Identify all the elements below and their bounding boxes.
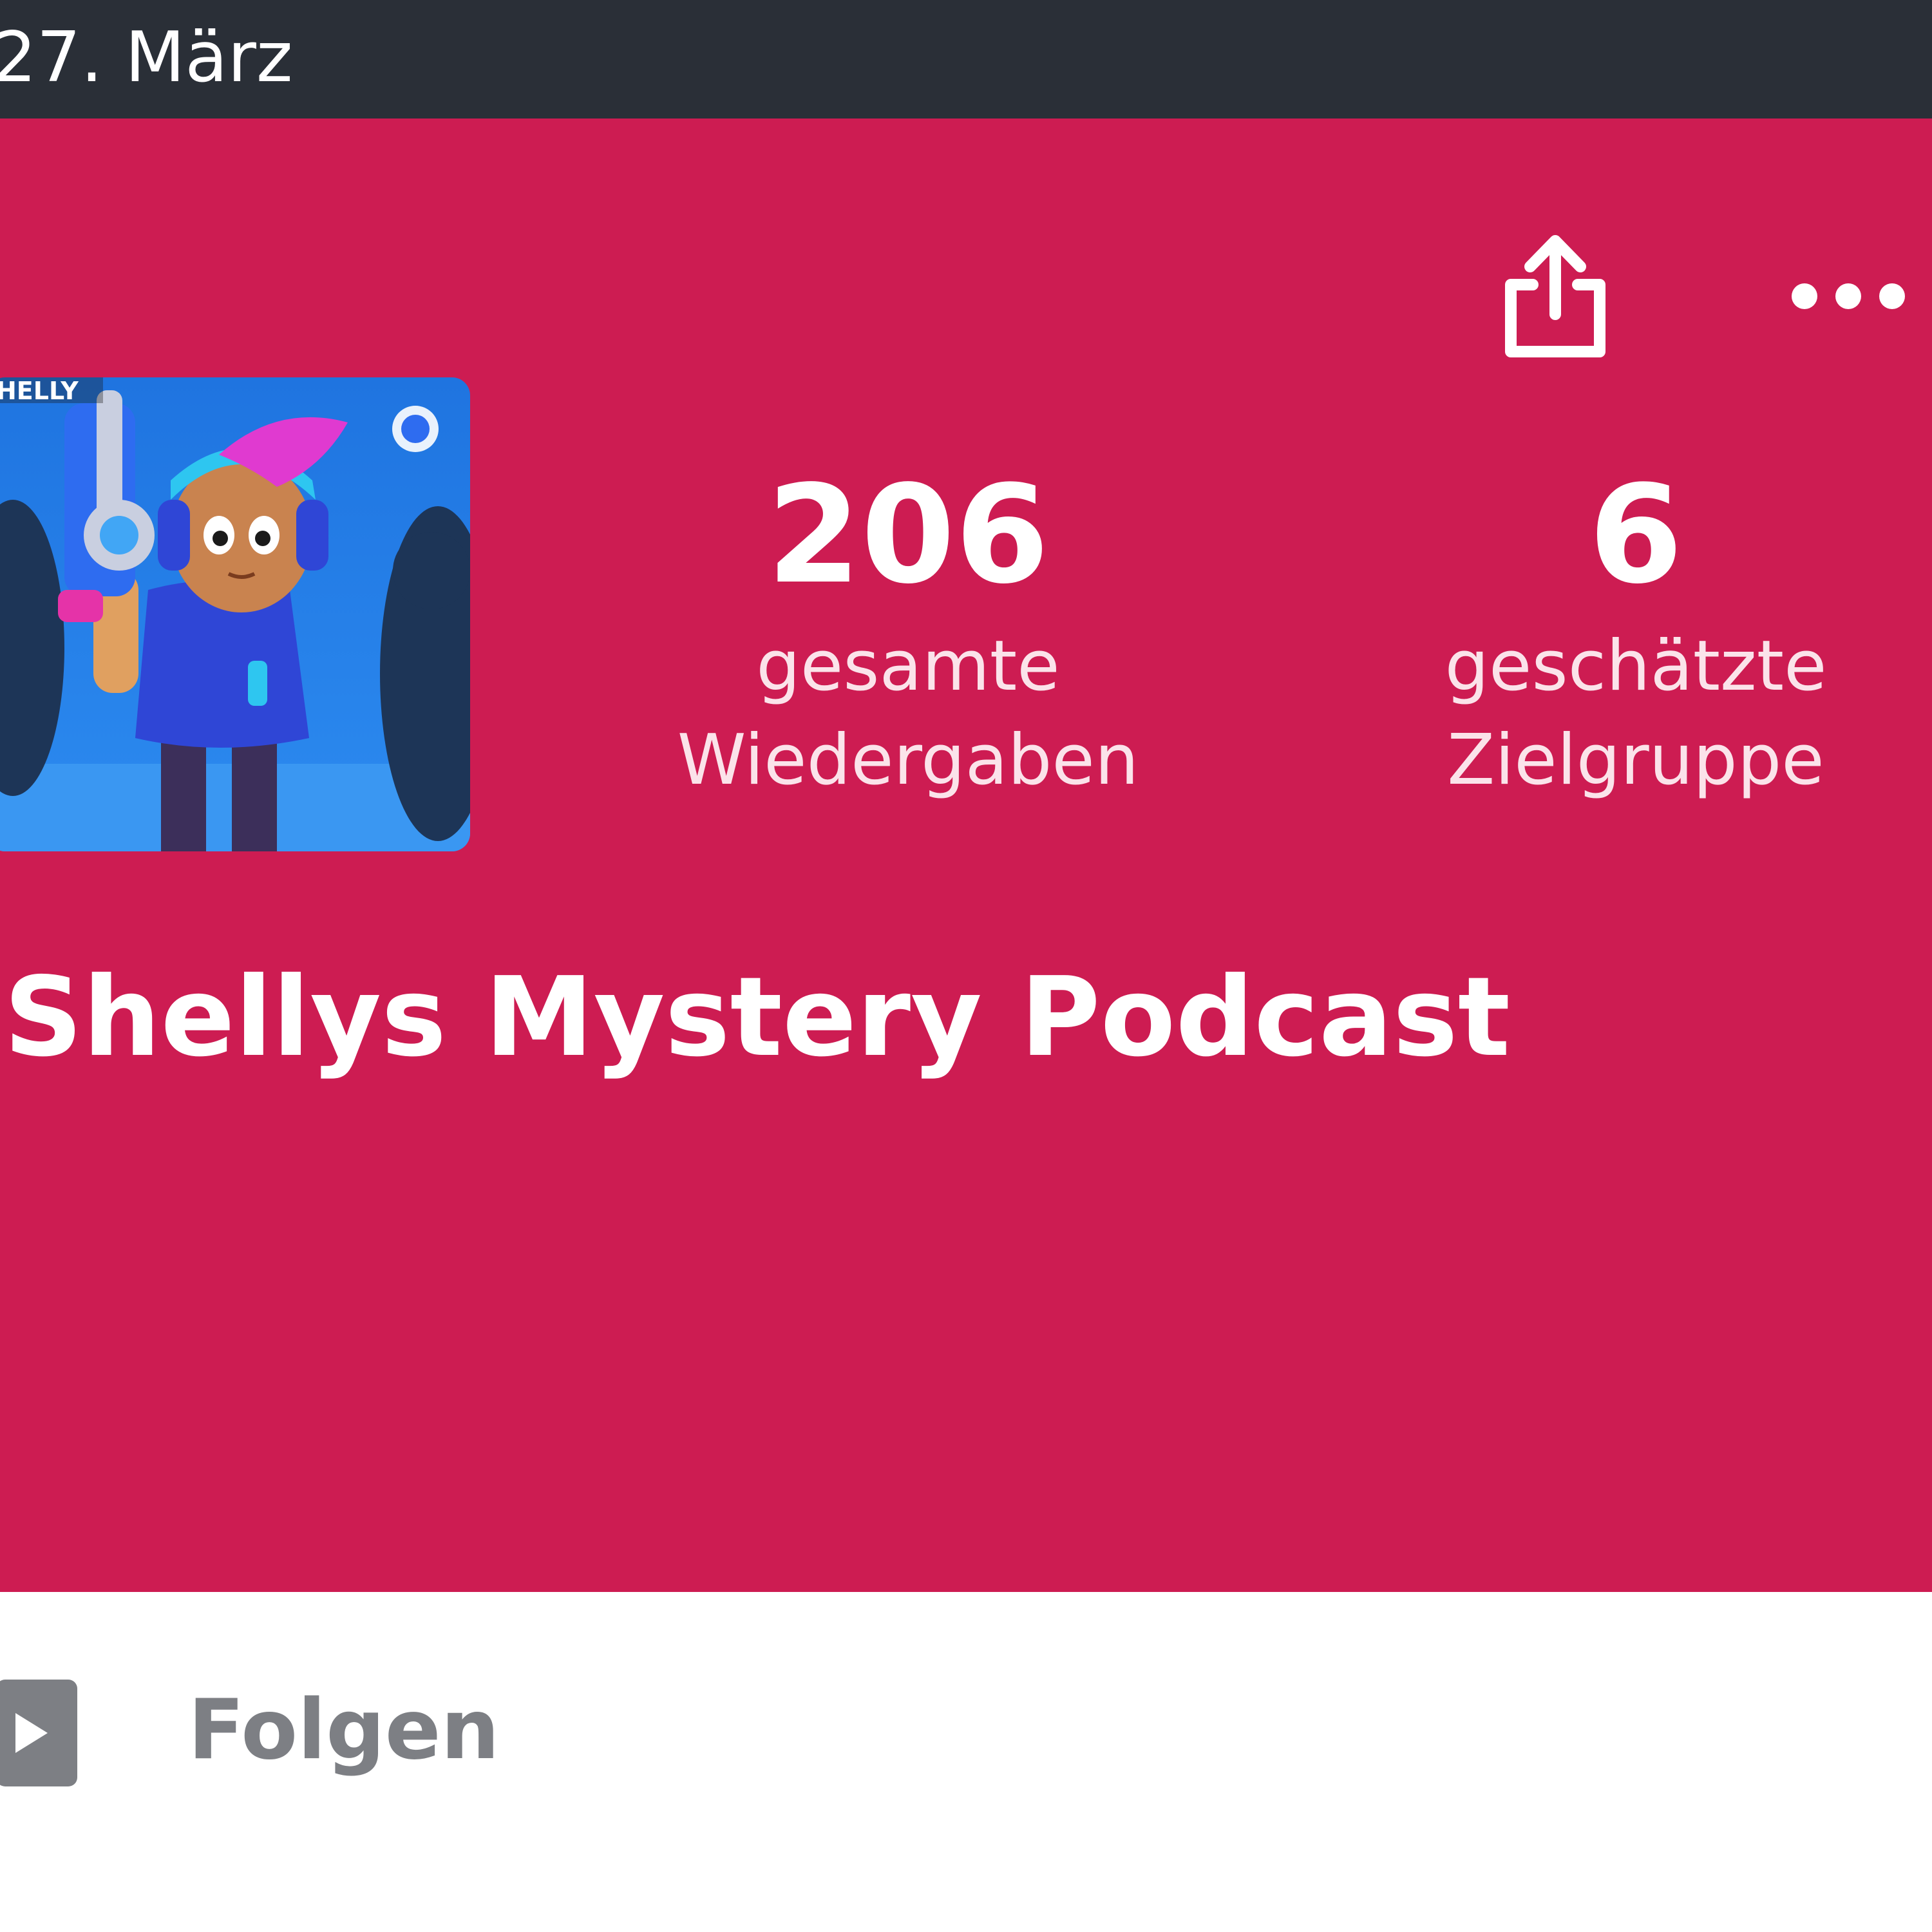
- total-plays-value: 206: [766, 456, 1050, 614]
- estimated-audience-label-line1: geschätzte: [1444, 626, 1827, 706]
- more-horizontal-icon[interactable]: [1784, 270, 1913, 322]
- estimated-audience-label-line2: Zielgruppe: [1447, 720, 1824, 800]
- total-plays-label-line2: Wiedergaben: [677, 720, 1139, 800]
- status-date: 27. März: [0, 17, 293, 98]
- podcast-title: Shellys Mystery Podcast: [4, 954, 1511, 1081]
- total-plays-label-line1: gesamte: [756, 626, 1060, 706]
- share-icon[interactable]: [1501, 232, 1610, 361]
- play-icon[interactable]: [0, 1680, 77, 1786]
- cover-text: HELLY: [0, 377, 79, 405]
- follow-button[interactable]: Folgen: [188, 1682, 500, 1779]
- podcast-header: [0, 118, 1932, 1592]
- status-bar: 27. März: [0, 0, 1932, 118]
- podcast-cover-image[interactable]: HELLY: [0, 377, 470, 851]
- estimated-audience-value: 6: [1588, 456, 1683, 614]
